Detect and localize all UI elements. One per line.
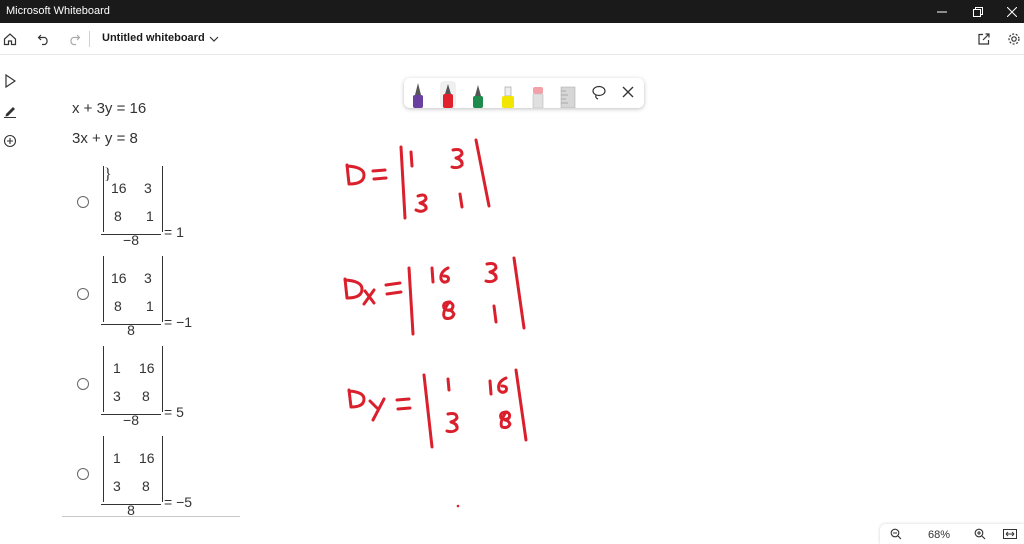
fit-screen-icon	[1003, 529, 1017, 539]
zoom-out-icon	[890, 528, 902, 540]
zoom-in-icon	[974, 528, 986, 540]
zoom-in-button[interactable]	[972, 527, 988, 541]
fit-to-screen-button[interactable]	[1002, 527, 1018, 541]
zoom-out-button[interactable]	[888, 527, 904, 541]
ink-dot	[456, 504, 460, 508]
handwriting-ink-layer	[343, 138, 528, 508]
ink-dy-determinant	[347, 368, 528, 449]
ink-dx-determinant	[343, 256, 526, 336]
zoom-level[interactable]: 68%	[928, 529, 950, 541]
ink-d-determinant	[345, 138, 491, 220]
zoom-control: 68%	[880, 524, 1024, 544]
